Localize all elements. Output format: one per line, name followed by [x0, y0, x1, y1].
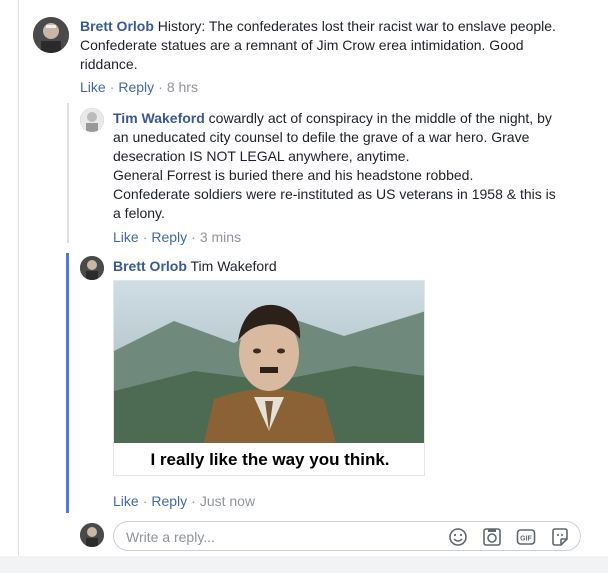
comment-text: History: The confederates lost their rac…: [153, 18, 556, 34]
reply-button[interactable]: Reply: [151, 229, 187, 245]
comment-mention[interactable]: Tim Wakeford: [187, 258, 277, 274]
comment-timestamp[interactable]: 3 mins: [200, 229, 241, 245]
comment-timestamp[interactable]: Just now: [200, 493, 255, 509]
reply-thread-line: [67, 103, 69, 243]
comment-text: a felony.: [113, 205, 165, 221]
comment-text: riddance.: [80, 56, 138, 72]
comment-image[interactable]: I really like the way you think.: [113, 280, 425, 476]
comment-text: an uneducated city counsel to defile the…: [113, 129, 530, 145]
comment-text: General Forrest is buried there and his …: [113, 167, 474, 183]
sticker-icon[interactable]: [550, 527, 570, 547]
reply-button[interactable]: Reply: [118, 79, 154, 95]
comment-author[interactable]: Tim Wakeford: [113, 110, 205, 126]
comment-actions: Like · Reply · Just now: [113, 493, 256, 509]
comment-body: Brett Orlob Tim Wakeford: [113, 257, 583, 276]
comment-text: Confederate soldiers were re-instituted …: [113, 186, 556, 202]
avatar[interactable]: [80, 108, 104, 132]
page-left-border: [18, 0, 19, 573]
comment-actions: Like · Reply · 8 hrs: [80, 79, 198, 95]
camera-icon[interactable]: [482, 527, 502, 547]
comment-author[interactable]: Brett Orlob: [80, 18, 154, 34]
emoji-icon[interactable]: [448, 527, 468, 547]
comment-text: cowardly act of conspiracy in the middle…: [204, 110, 552, 126]
comment-author[interactable]: Brett Orlob: [113, 258, 187, 274]
comment-body: Tim Wakeford cowardly act of conspiracy …: [113, 109, 593, 223]
avatar[interactable]: [80, 256, 104, 280]
avatar[interactable]: [33, 17, 69, 53]
like-button[interactable]: Like: [113, 493, 139, 509]
reply-composer[interactable]: GIF: [113, 521, 581, 551]
like-button[interactable]: Like: [80, 79, 106, 95]
comment-timestamp[interactable]: 8 hrs: [167, 79, 198, 95]
like-button[interactable]: Like: [113, 229, 139, 245]
reply-input[interactable]: [126, 528, 426, 546]
gif-icon[interactable]: GIF: [516, 527, 536, 547]
reply-thread-line-active: [66, 253, 69, 513]
meme-caption: I really like the way you think.: [114, 443, 424, 475]
comment-text: desecration IS NOT LEGAL anywhere, anyti…: [113, 148, 410, 164]
reply-button[interactable]: Reply: [151, 493, 187, 509]
svg-text:GIF: GIF: [520, 536, 532, 543]
comment-text: Confederate statues are a remnant of Jim…: [80, 37, 524, 53]
comment-actions: Like · Reply · 3 mins: [113, 229, 242, 245]
bottom-divider-band: [0, 556, 608, 573]
meme-photo: [114, 281, 424, 443]
composer-avatar: [80, 523, 104, 547]
comment-body: Brett Orlob History: The confederates lo…: [80, 17, 590, 74]
